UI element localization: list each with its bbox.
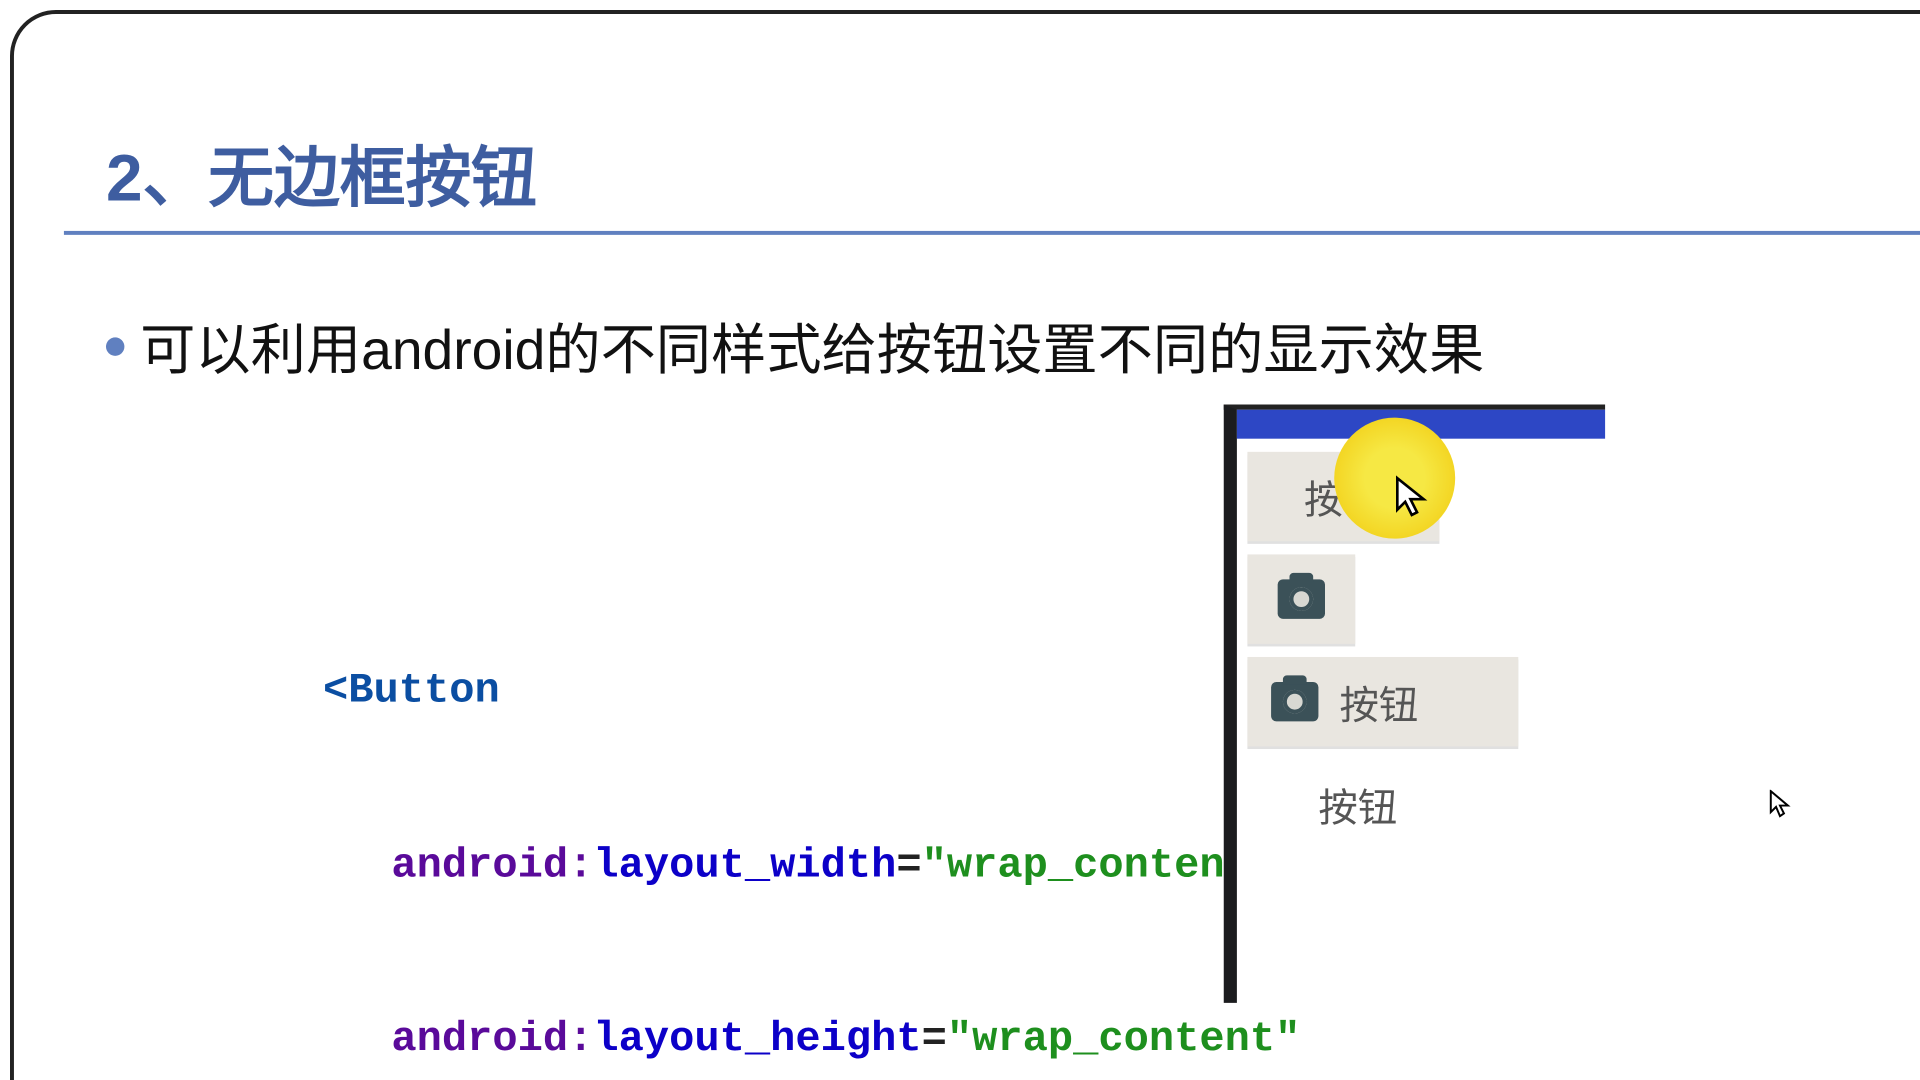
camera-icon xyxy=(1271,682,1318,721)
cursor-arrow-icon xyxy=(1395,476,1432,531)
preview-button-3: 按钮 xyxy=(1247,657,1518,746)
preview-button-3-label: 按钮 xyxy=(1339,673,1418,731)
preview-button-2 xyxy=(1247,554,1355,643)
bullet-text: 可以利用android的不同样式给按钮设置不同的显示效果 xyxy=(140,306,1484,386)
presenter-cursor-icon xyxy=(1769,790,1790,826)
preview-button-1-label: 按钮 xyxy=(1304,468,1383,526)
phone-statusbar xyxy=(1237,410,1605,439)
title-underline xyxy=(64,231,1920,235)
slide-frame: 2、无边框按钮 可以利用android的不同样式给按钮设置不同的显示效果 <Bu… xyxy=(10,10,1920,1080)
camera-icon xyxy=(1278,579,1325,618)
preview-borderless-button: 按钮 xyxy=(1318,775,1605,833)
bullet-dot-icon xyxy=(106,337,124,355)
bullet-row: 可以利用android的不同样式给按钮设置不同的显示效果 xyxy=(106,306,1484,386)
preview-button-1: 按钮 xyxy=(1247,452,1439,541)
phone-preview: 按钮 按钮 按钮 xyxy=(1224,405,1605,1003)
slide-title: 2、无边框按钮 xyxy=(106,126,537,221)
code-line-3: android:layout_height="wrap_content" xyxy=(323,1011,1528,1069)
